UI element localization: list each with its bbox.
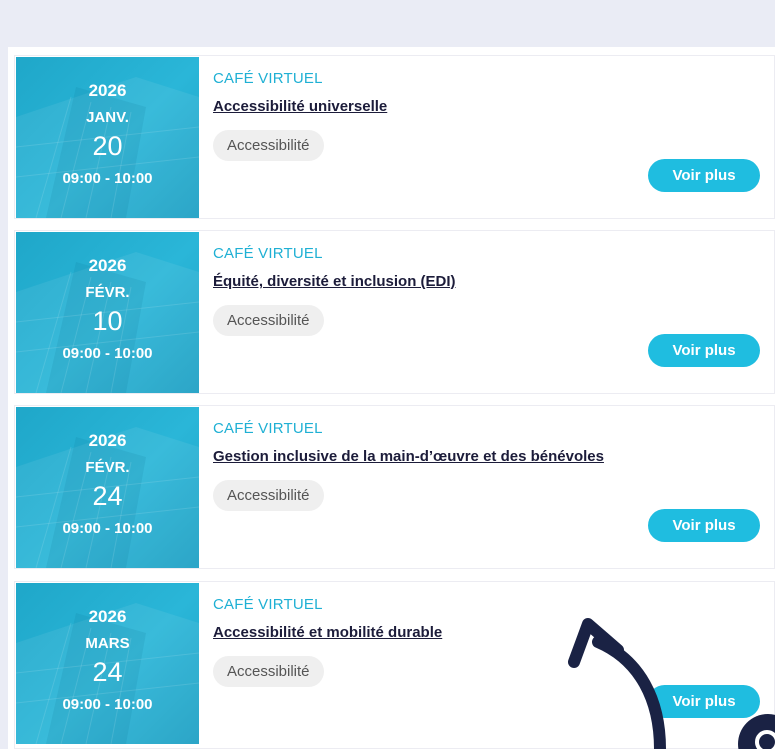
event-day: 24 xyxy=(92,657,123,687)
event-date-tile: 2026 FÉVR. 10 09:00 - 10:00 xyxy=(16,232,199,393)
event-title-link[interactable]: Équité, diversité et inclusion (EDI) xyxy=(213,273,456,290)
event-month: JANV. xyxy=(86,109,129,126)
help-badge-icon[interactable] xyxy=(738,706,775,749)
event-title-link[interactable]: Gestion inclusive de la main-d’œuvre et … xyxy=(213,448,604,465)
see-more-button[interactable]: Voir plus xyxy=(648,159,760,192)
event-day: 24 xyxy=(92,481,123,511)
event-card: 2026 FÉVR. 24 09:00 - 10:00 CAFÉ VIRTUEL… xyxy=(14,405,775,569)
event-date-tile: 2026 JANV. 20 09:00 - 10:00 xyxy=(16,57,199,218)
event-type: CAFÉ VIRTUEL xyxy=(213,420,323,437)
see-more-button[interactable]: Voir plus xyxy=(648,334,760,367)
event-card: 2026 FÉVR. 10 09:00 - 10:00 CAFÉ VIRTUEL… xyxy=(14,230,775,394)
event-month: FÉVR. xyxy=(85,284,130,301)
event-year: 2026 xyxy=(88,81,127,100)
event-month: MARS xyxy=(85,635,130,652)
event-year: 2026 xyxy=(88,607,127,626)
category-tag[interactable]: Accessibilité xyxy=(213,130,324,161)
category-tag[interactable]: Accessibilité xyxy=(213,480,324,511)
event-type: CAFÉ VIRTUEL xyxy=(213,245,323,262)
see-more-button[interactable]: Voir plus xyxy=(648,509,760,542)
event-time: 09:00 - 10:00 xyxy=(62,345,153,362)
event-day: 10 xyxy=(92,306,123,336)
event-time: 09:00 - 10:00 xyxy=(62,170,153,187)
event-date-tile: 2026 MARS 24 09:00 - 10:00 xyxy=(16,583,199,744)
event-time: 09:00 - 10:00 xyxy=(62,520,153,537)
event-card: 2026 JANV. 20 09:00 - 10:00 CAFÉ VIRTUEL… xyxy=(14,55,775,219)
event-type: CAFÉ VIRTUEL xyxy=(213,596,323,613)
category-tag[interactable]: Accessibilité xyxy=(213,305,324,336)
event-time: 09:00 - 10:00 xyxy=(62,696,153,713)
event-year: 2026 xyxy=(88,431,127,450)
event-year: 2026 xyxy=(88,256,127,275)
event-day: 20 xyxy=(92,131,123,161)
event-title-link[interactable]: Accessibilité universelle xyxy=(213,98,387,115)
event-month: FÉVR. xyxy=(85,459,130,476)
event-title-link[interactable]: Accessibilité et mobilité durable xyxy=(213,624,442,641)
event-type: CAFÉ VIRTUEL xyxy=(213,70,323,87)
category-tag[interactable]: Accessibilité xyxy=(213,656,324,687)
curved-arrow-icon xyxy=(568,618,666,749)
event-date-tile: 2026 FÉVR. 24 09:00 - 10:00 xyxy=(16,407,199,568)
